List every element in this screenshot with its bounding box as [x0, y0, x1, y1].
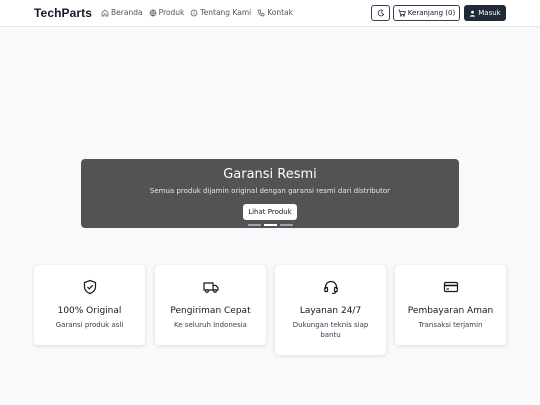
- view-products-button[interactable]: Lihat Produk: [243, 204, 297, 220]
- info-icon: [190, 9, 198, 16]
- feature-card-original: 100% Original Garansi produk asli: [34, 265, 145, 345]
- brand-logo[interactable]: TechParts: [34, 6, 92, 20]
- feature-card-shipping: Pengiriman Cepat Ke seluruh Indonesia: [155, 265, 266, 345]
- feature-description: Dukungan teknis siap bantu: [292, 321, 369, 339]
- nav-link-kontak[interactable]: Kontak: [257, 8, 293, 17]
- carousel-indicators: [248, 224, 293, 226]
- feature-card-payment: Pembayaran Aman Transaksi terjamin: [395, 265, 506, 345]
- nav-link-label: Produk: [158, 8, 185, 17]
- feature-description: Ke seluruh Indonesia: [174, 321, 247, 329]
- slide-title: Garansi Resmi: [223, 167, 317, 182]
- nav-link-label: Tentang Kami: [200, 8, 252, 17]
- headset-icon: [323, 280, 338, 295]
- nav-link-label: Beranda: [111, 8, 143, 17]
- feature-description: Transaksi terjamin: [418, 321, 483, 329]
- user-icon: [470, 10, 476, 17]
- nav-link-produk[interactable]: Produk: [149, 8, 185, 17]
- moon-icon: [377, 9, 384, 17]
- feature-title: Layanan 24/7: [299, 306, 362, 316]
- nav-link-tentang-kami[interactable]: Tentang Kami: [190, 8, 251, 17]
- globe-icon: [149, 9, 156, 16]
- feature-title: Pembayaran Aman: [407, 306, 494, 316]
- slide-description: Semua produk dijamin original dengan gar…: [149, 187, 391, 195]
- phone-icon: [257, 9, 265, 16]
- truck-icon: [202, 282, 219, 293]
- carousel-indicator-3[interactable]: [280, 224, 293, 226]
- credit-card-icon: [443, 281, 458, 293]
- login-label: Masuk: [478, 9, 501, 17]
- cart-button[interactable]: Keranjang (0): [393, 5, 460, 21]
- theme-toggle-button[interactable]: [371, 5, 390, 21]
- carousel-indicator-2[interactable]: [264, 224, 277, 226]
- shield-check-icon: [83, 279, 96, 295]
- feature-title: Pengiriman Cepat: [170, 306, 251, 316]
- nav-link-beranda[interactable]: Beranda: [101, 8, 143, 17]
- feature-card-support: Layanan 24/7 Dukungan teknis siap bantu: [275, 265, 386, 355]
- login-button[interactable]: Masuk: [464, 5, 506, 21]
- cart-label: Keranjang (0): [407, 9, 456, 17]
- carousel-indicator-1[interactable]: [248, 224, 261, 226]
- feature-title: 100% Original: [57, 306, 122, 316]
- cart-icon: [398, 9, 406, 17]
- navbar: TechParts Beranda Produk Tentang Kami Ko…: [0, 0, 540, 27]
- feature-description: Garansi produk asli: [55, 321, 124, 329]
- home-icon: [101, 9, 109, 16]
- nav-link-label: Kontak: [267, 8, 293, 17]
- nav-links: Beranda Produk Tentang Kami Kontak: [101, 8, 293, 17]
